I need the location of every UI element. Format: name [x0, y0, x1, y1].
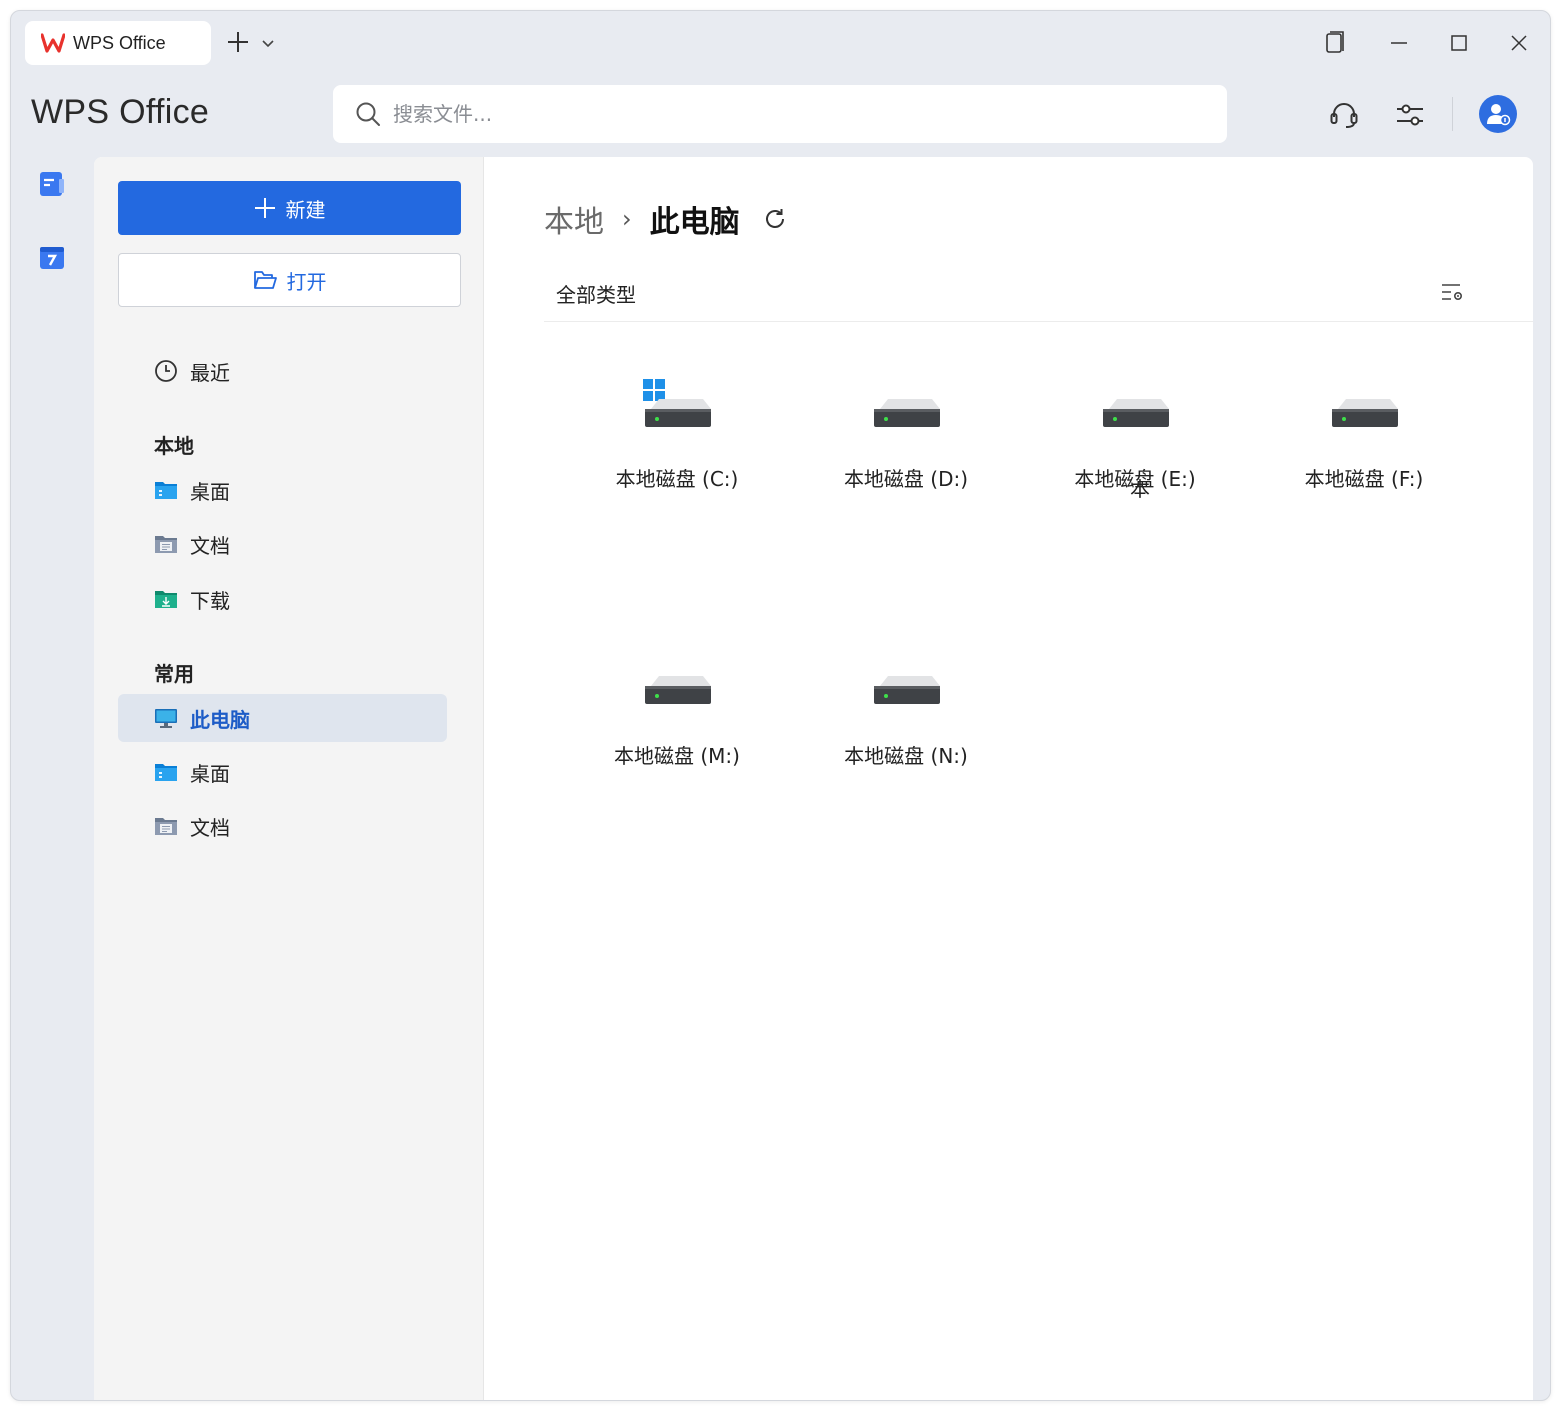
maximize-icon — [1451, 35, 1467, 51]
tab-title: WPS Office — [73, 32, 166, 53]
drive-tile[interactable]: 本地磁盘 (N:) — [806, 652, 1006, 802]
drive-tile[interactable]: 本地磁盘 (F:) — [1264, 375, 1464, 525]
desktop-folder-icon — [155, 482, 177, 499]
drive-label: 本地磁盘 (C:) — [615, 467, 739, 491]
open-button-label: 打开 — [286, 269, 327, 294]
sidebar-item-label: 此电脑 — [190, 707, 250, 732]
drive-label: 本地磁盘 (F:) — [1304, 467, 1424, 491]
hard-drive-icon — [874, 676, 940, 704]
documents-folder-icon — [155, 818, 177, 835]
breadcrumb-chevron-icon: › — [622, 205, 632, 233]
open-folder-icon — [253, 271, 277, 289]
user-icon — [1487, 104, 1511, 126]
hard-drive-icon — [874, 399, 940, 427]
type-filter[interactable]: 全部类型 — [556, 279, 636, 308]
downloads-folder-icon — [155, 591, 177, 608]
tab-list-chevron-down-icon[interactable] — [261, 36, 275, 50]
sidebar-item-label: 下载 — [190, 588, 230, 613]
drive-label: 本地磁盘 (M:) — [614, 744, 740, 768]
wps-logo-icon — [41, 33, 65, 53]
view-settings-icon[interactable] — [1440, 281, 1464, 305]
drive-tile[interactable]: 本地磁盘 (D:) — [806, 375, 1006, 525]
drive-tile[interactable]: 本地磁盘 (M:) — [577, 652, 777, 802]
sidebar-item-label: 文档 — [190, 533, 230, 558]
hard-drive-icon — [1103, 399, 1169, 427]
documents-folder-icon — [155, 536, 177, 553]
drive-label-partial[interactable]: 本 — [1130, 473, 1150, 502]
documents-rail-icon[interactable] — [39, 171, 65, 197]
sidebar-item-recent[interactable]: 最近 — [118, 347, 447, 395]
maximize-button[interactable] — [1443, 27, 1475, 59]
sidebar-item-documents[interactable]: 文档 — [118, 520, 447, 568]
sidebar-heading-common: 常用 — [154, 662, 194, 686]
tab-wps-office[interactable]: WPS Office — [25, 21, 211, 65]
drive-tile[interactable]: 本地磁盘 (C:) — [577, 375, 777, 525]
filter-divider — [544, 321, 1533, 322]
sliders-icon — [1397, 104, 1423, 126]
close-icon — [1511, 35, 1527, 51]
app-window: WPS Office WPS Office 搜索文件... 新建 打开 最近 本… — [10, 10, 1551, 1401]
plus-icon — [254, 198, 275, 218]
breadcrumb-root[interactable]: 本地 — [544, 197, 604, 241]
headset-icon — [1330, 103, 1358, 128]
sidebar-item-downloads[interactable]: 下载 — [118, 575, 447, 623]
sidebar-item-label: 桌面 — [190, 761, 230, 786]
calendar-rail-icon[interactable] — [39, 244, 65, 270]
drive-label: 本地磁盘 (N:) — [844, 744, 968, 768]
breadcrumb: 本地 › 此电脑 — [544, 197, 788, 241]
drive-label: 本地磁盘 (D:) — [843, 467, 969, 491]
header-divider — [1452, 97, 1453, 131]
clock-icon — [155, 360, 177, 382]
desktop-folder-icon — [155, 764, 177, 781]
app-brand-title: WPS Office — [31, 93, 210, 131]
sidebar-item-label: 文档 — [190, 815, 230, 840]
drive-tile[interactable]: 本地磁盘 (E:) — [1035, 375, 1235, 525]
sidebar-item-documents-common[interactable]: 文档 — [118, 802, 447, 850]
sidebar-item-desktop[interactable]: 桌面 — [118, 466, 447, 514]
sidebar-item-desktop-common[interactable]: 桌面 — [118, 748, 447, 796]
minimize-button[interactable] — [1383, 27, 1415, 59]
settings-button[interactable] — [1390, 95, 1430, 135]
search-input[interactable] — [393, 102, 1193, 126]
new-button[interactable]: 新建 — [118, 181, 461, 235]
hard-drive-icon — [1332, 399, 1398, 427]
new-button-label: 新建 — [285, 197, 326, 222]
sidebar-heading-local: 本地 — [154, 434, 194, 458]
sidebar-item-this-pc[interactable]: 此电脑 — [118, 694, 447, 742]
tablet-mode-button[interactable] — [1319, 27, 1351, 59]
hard-drive-icon — [645, 676, 711, 704]
sidebar: 新建 打开 最近 本地 桌面 文档 下载 常用 此电脑 桌面 文档 — [94, 157, 484, 1400]
minimize-icon — [1391, 42, 1407, 44]
search-icon — [356, 102, 380, 126]
tablet-icon — [1326, 31, 1344, 53]
computer-icon — [155, 709, 177, 728]
open-button[interactable]: 打开 — [118, 253, 461, 307]
breadcrumb-current: 此电脑 — [649, 205, 740, 240]
sidebar-item-label: 桌面 — [190, 479, 230, 504]
user-avatar[interactable] — [1479, 95, 1517, 133]
refresh-icon[interactable] — [762, 206, 788, 232]
search-box[interactable] — [333, 85, 1227, 143]
main-panel: 新建 打开 最近 本地 桌面 文档 下载 常用 此电脑 桌面 文档 本地 › 此… — [94, 157, 1533, 1400]
close-button[interactable] — [1503, 27, 1535, 59]
support-button[interactable] — [1324, 95, 1364, 135]
system-drive-icon — [643, 379, 711, 427]
sidebar-item-label: 最近 — [190, 360, 230, 385]
new-tab-plus-icon[interactable] — [225, 29, 251, 55]
